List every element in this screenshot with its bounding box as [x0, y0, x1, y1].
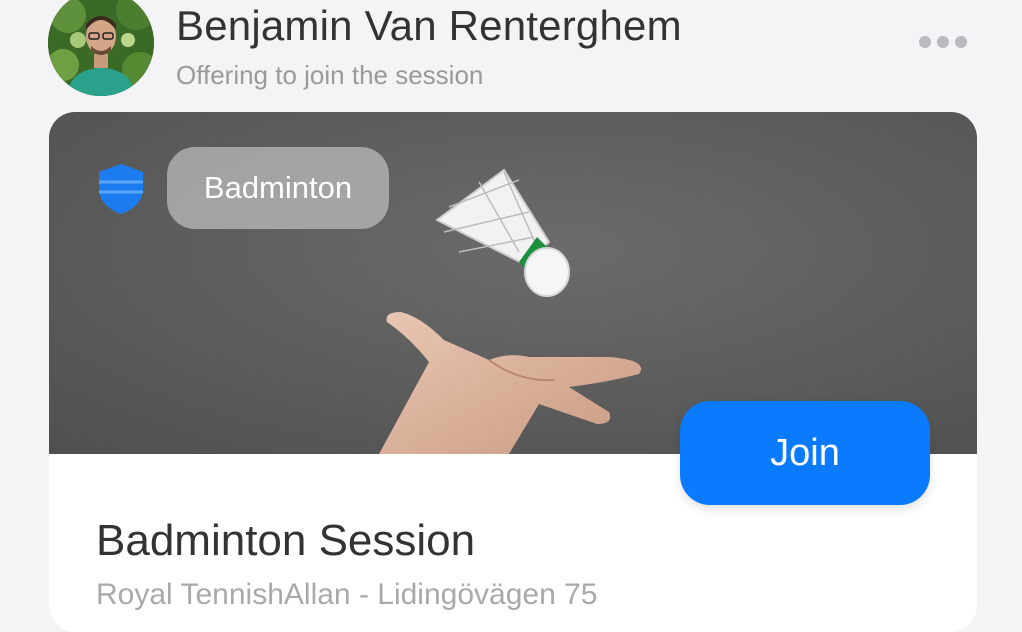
user-name[interactable]: Benjamin Van Renterghem	[176, 2, 682, 50]
dot	[919, 36, 931, 48]
post-header: Benjamin Van Renterghem Offering to join…	[0, 0, 1022, 110]
join-button[interactable]: Join	[680, 401, 930, 505]
shield-icon	[99, 164, 143, 214]
dot	[955, 36, 967, 48]
session-card[interactable]: Badminton Join Badminton Session Royal T…	[49, 112, 977, 632]
sport-tag[interactable]: Badminton	[167, 147, 389, 229]
dot	[937, 36, 949, 48]
user-avatar[interactable]	[48, 0, 154, 96]
session-location: Royal TennishAllan - Lidingövägen 75	[96, 578, 598, 611]
more-options-icon[interactable]	[908, 24, 978, 60]
session-title[interactable]: Badminton Session	[96, 516, 475, 566]
post-status: Offering to join the session	[176, 60, 484, 90]
avatar-photo-icon	[48, 0, 154, 96]
